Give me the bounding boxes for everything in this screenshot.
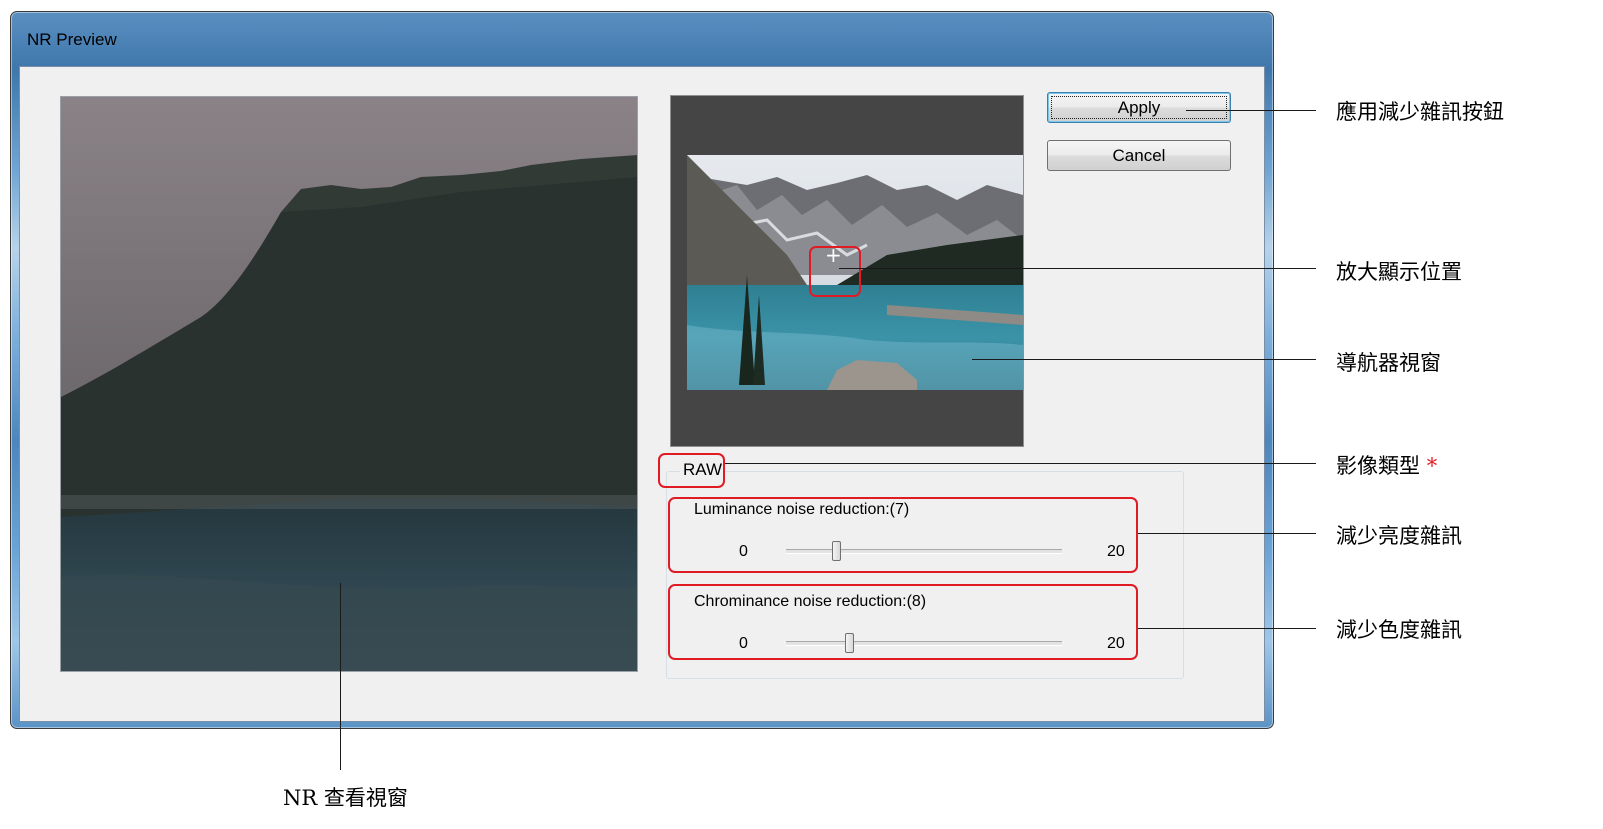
navigator-callout: 導航器視窗 xyxy=(1336,351,1441,375)
cancel-button[interactable]: Cancel xyxy=(1047,140,1231,171)
nr-viewer-window[interactable] xyxy=(60,96,638,672)
apply-button[interactable]: Apply xyxy=(1047,92,1231,123)
window-title: NR Preview xyxy=(27,30,117,49)
apply-callout: 應用減少雜訊按鈕 xyxy=(1336,100,1504,124)
chrominance-callout: 減少色度雜訊 xyxy=(1336,618,1462,642)
zoom-position-highlight xyxy=(809,246,861,297)
chrominance-highlight xyxy=(668,584,1138,660)
navigator-callout-line xyxy=(972,359,1316,360)
image-type-highlight xyxy=(658,453,725,488)
image-type-callout-line xyxy=(725,463,1316,464)
nr-viewer-callout: NR 查看視窗 xyxy=(283,786,408,810)
luminance-callout: 減少亮度雜訊 xyxy=(1336,524,1462,548)
nr-viewer-callout-line xyxy=(340,583,341,770)
zoom-position-callout: 放大顯示位置 xyxy=(1336,260,1462,284)
nr-viewer-image xyxy=(61,97,637,671)
chrominance-callout-line xyxy=(1138,628,1316,629)
image-type-note-marker: * xyxy=(1426,454,1438,478)
luminance-callout-line xyxy=(1138,533,1316,534)
image-type-callout-text: 影像類型 xyxy=(1336,454,1420,478)
zoom-callout-line xyxy=(839,268,1316,269)
image-type-callout: 影像類型 * xyxy=(1336,450,1437,480)
luminance-highlight xyxy=(668,497,1138,573)
apply-callout-line xyxy=(1186,110,1316,111)
